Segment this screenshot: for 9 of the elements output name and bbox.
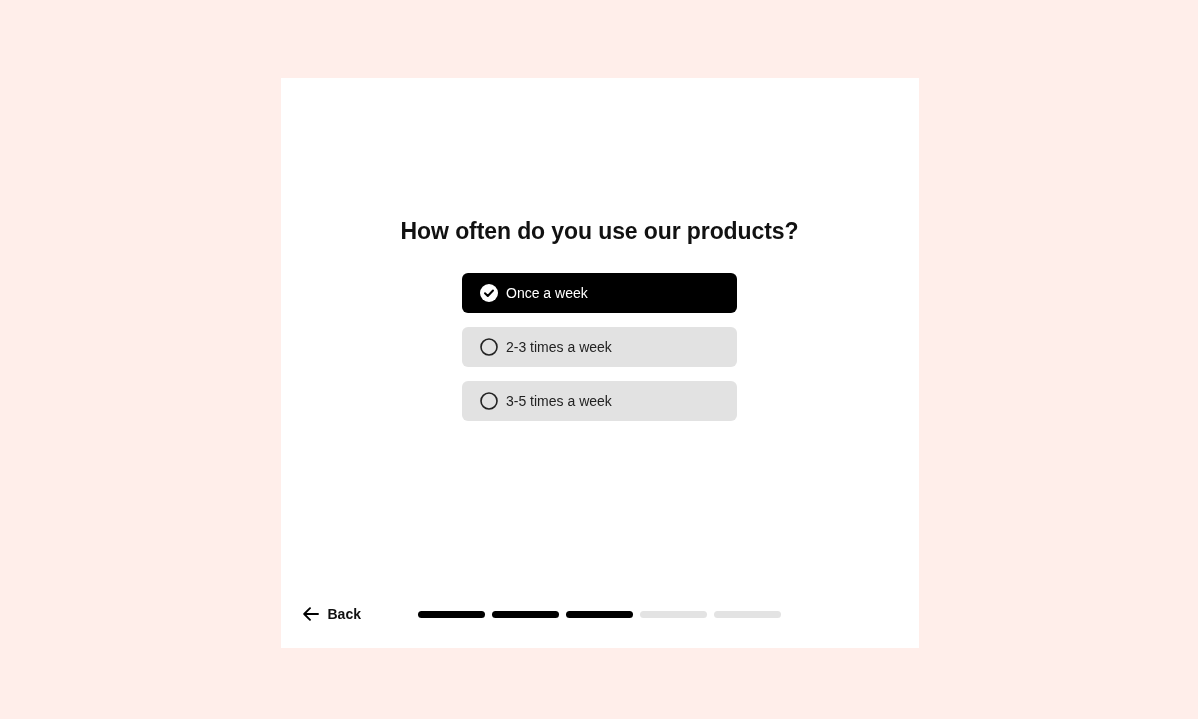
answer-option[interactable]: Once a week	[462, 273, 737, 313]
left-arrow-icon	[302, 607, 319, 621]
answer-option[interactable]: 2-3 times a week	[462, 327, 737, 367]
check-circle-icon	[480, 284, 498, 302]
back-button[interactable]: Back	[302, 606, 361, 622]
empty-circle-icon	[480, 338, 498, 356]
question-title: How often do you use our products?	[400, 217, 799, 245]
empty-circle-icon	[480, 392, 498, 410]
answer-option[interactable]: 3-5 times a week	[462, 381, 737, 421]
